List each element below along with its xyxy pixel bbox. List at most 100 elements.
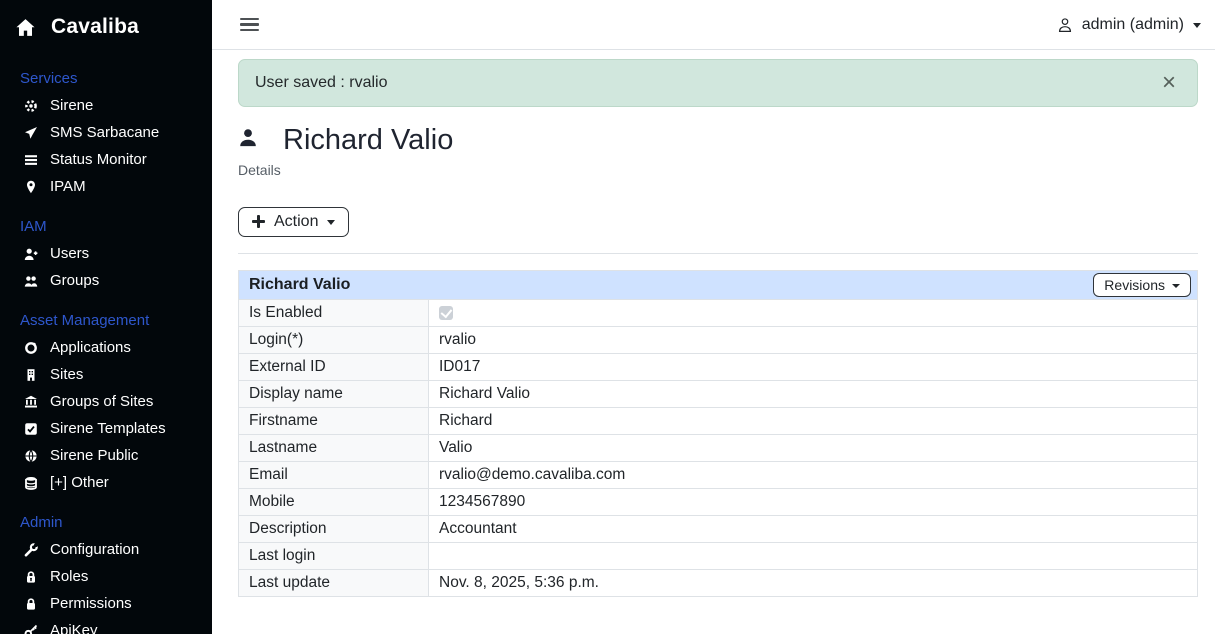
alert-message: User saved : rvalio [255,74,388,92]
gear-icon [24,99,38,113]
sidebar-item-groups-of-sites[interactable]: Groups of Sites [0,388,212,415]
paper-plane-icon [24,126,38,140]
revisions-button[interactable]: Revisions [1093,273,1191,297]
row-label: Email [239,461,429,488]
sidebar-item-sites[interactable]: Sites [0,361,212,388]
sidebar-item-permissions[interactable]: Permissions [0,590,212,617]
menu-icon[interactable] [240,18,259,32]
sidebar-item-label: Permissions [50,593,132,614]
sidebar-item-label: Sirene [50,95,93,116]
database-icon [24,476,38,490]
sidebar-section-header-services: Services [0,65,212,92]
sidebar-item-label: Sites [50,364,83,385]
revisions-button-label: Revisions [1104,277,1165,293]
sidebar-item-label: IPAM [50,176,86,197]
content: User saved : rvalio × Richard Valio Deta… [212,50,1215,597]
sidebar-item-label: Users [50,243,89,264]
user-detail-table: Richard Valio Revisions Is Enabled Login… [238,270,1198,597]
sidebar-item-sirene-public[interactable]: Sirene Public [0,442,212,469]
detail-row-firstname: Firstname Richard [239,407,1198,434]
sidebar-section-admin: Admin Configuration Roles Permissions Ap… [0,509,212,634]
detail-row-email: Email rvalio@demo.cavaliba.com [239,461,1198,488]
location-pin-icon [24,180,38,194]
row-value: Richard [429,407,1198,434]
caret-down-icon [327,220,335,225]
row-value [429,542,1198,569]
sidebar-item-sirene[interactable]: Sirene [0,92,212,119]
sidebar-section-services: Services Sirene SMS Sarbacane Status Mon… [0,65,212,200]
sidebar-item-label: Roles [50,566,88,587]
close-icon[interactable]: × [1157,71,1181,95]
sidebar-item-configuration[interactable]: Configuration [0,536,212,563]
row-label: Last update [239,569,429,596]
sidebar-item-groups[interactable]: Groups [0,267,212,294]
sidebar-item-status-monitor[interactable]: Status Monitor [0,146,212,173]
row-label: Last login [239,542,429,569]
check-square-icon [24,422,38,436]
home-icon [15,18,36,37]
detail-row-mobile: Mobile 1234567890 [239,488,1198,515]
sidebar-item-ipam[interactable]: IPAM [0,173,212,200]
detail-row-lastname: Lastname Valio [239,434,1198,461]
sidebar-item-label: Groups of Sites [50,391,153,412]
user-menu[interactable]: admin (admin) [1057,16,1201,34]
detail-row-last-login: Last login [239,542,1198,569]
topbar: admin (admin) [212,0,1215,50]
row-value: Valio [429,434,1198,461]
lock-icon [24,597,38,611]
row-label: Display name [239,380,429,407]
detail-row-last-update: Last update Nov. 8, 2025, 5:36 p.m. [239,569,1198,596]
table-header-row: Richard Valio Revisions [239,270,1198,299]
sidebar-item-label: [+] Other [50,472,109,493]
row-label: Description [239,515,429,542]
row-label: Lastname [239,434,429,461]
sidebar-section-header-iam: IAM [0,213,212,240]
sidebar-item-label: ApiKey [50,620,98,634]
detail-row-description: Description Accountant [239,515,1198,542]
page-head: Richard Valio [238,123,1198,158]
brand-link[interactable]: Cavaliba [0,0,212,52]
user-lock-icon [24,570,38,584]
sidebar-item-label: Applications [50,337,131,358]
building-icon [24,368,38,382]
row-value: Accountant [429,515,1198,542]
sidebar-nav: Services Sirene SMS Sarbacane Status Mon… [0,65,212,634]
detail-row-external-id: External ID ID017 [239,353,1198,380]
checkbox-checked-disabled [439,306,453,320]
caret-down-icon [1172,284,1180,288]
detail-row-login: Login(*) rvalio [239,326,1198,353]
sidebar-section-asset-management: Asset Management Applications Sites Grou… [0,307,212,496]
row-label: Is Enabled [239,299,429,326]
row-label: Mobile [239,488,429,515]
success-alert: User saved : rvalio × [238,59,1198,107]
sidebar-item-applications[interactable]: Applications [0,334,212,361]
ring-icon [24,341,38,355]
sidebar-item-apikey[interactable]: ApiKey [0,617,212,634]
sidebar-item-other[interactable]: [+] Other [0,469,212,496]
sidebar-section-header-admin: Admin [0,509,212,536]
toolbar: Action [238,207,1198,237]
brand-name: Cavaliba [51,15,139,39]
sidebar-item-sirene-templates[interactable]: Sirene Templates [0,415,212,442]
key-icon [24,624,38,634]
detail-row-display-name: Display name Richard Valio [239,380,1198,407]
user-menu-label: admin (admin) [1082,16,1184,34]
page-title: Richard Valio [283,123,453,158]
main-area: admin (admin) User saved : rvalio × Rich… [212,0,1215,634]
user-plus-icon [24,247,38,261]
plus-icon [252,215,265,228]
action-button-label: Action [274,213,318,231]
sidebar-item-sms-sarbacane[interactable]: SMS Sarbacane [0,119,212,146]
sidebar-item-label: Groups [50,270,99,291]
users-icon [24,274,38,288]
sidebar-item-roles[interactable]: Roles [0,563,212,590]
person-icon [238,127,258,153]
row-label: Firstname [239,407,429,434]
sidebar-item-users[interactable]: Users [0,240,212,267]
row-value: Nov. 8, 2025, 5:36 p.m. [429,569,1198,596]
action-button[interactable]: Action [238,207,349,237]
row-value: ID017 [429,353,1198,380]
sidebar-item-label: Configuration [50,539,139,560]
sidebar-item-label: Sirene Templates [50,418,166,439]
bars-icon [24,153,38,167]
